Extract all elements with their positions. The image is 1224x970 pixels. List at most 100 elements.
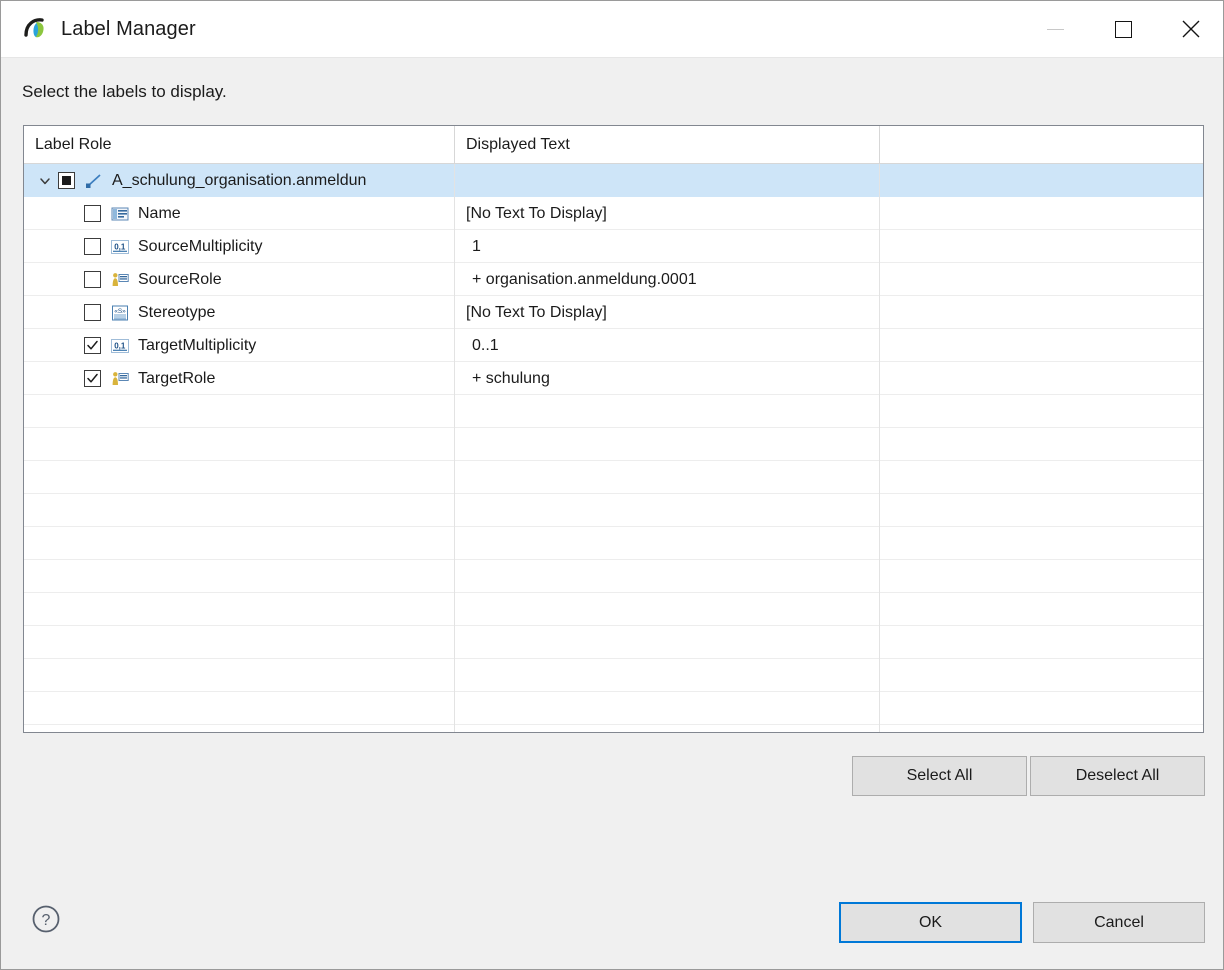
cell-label-role: TargetRole — [24, 362, 455, 395]
cell-blank — [880, 164, 1203, 197]
row-checkbox[interactable] — [84, 370, 101, 387]
cell-blank — [880, 560, 1203, 593]
column-header-blank[interactable] — [880, 126, 1203, 164]
window-title: Label Manager — [61, 17, 196, 40]
table-row-empty[interactable] — [24, 593, 1203, 626]
cell-blank — [880, 428, 1203, 461]
cell-blank — [880, 329, 1203, 362]
cell-blank — [880, 230, 1203, 263]
checkbox-partial-fill — [62, 176, 71, 185]
cell-blank — [455, 461, 880, 494]
cell-displayed-text: + schulung — [455, 362, 880, 395]
table-row[interactable]: 0,1 TargetMultiplicity 0..1 — [24, 329, 1203, 362]
cancel-button[interactable]: Cancel — [1033, 902, 1205, 943]
minimize-icon — [1046, 28, 1064, 30]
row-label-text: Stereotype — [138, 303, 216, 321]
chevron-down-icon[interactable] — [32, 174, 58, 188]
label-manager-dialog: Label Manager Select the labels to displ… — [0, 0, 1224, 970]
select-all-button[interactable]: Select All — [852, 756, 1027, 796]
cell-blank — [24, 725, 455, 732]
cell-blank — [24, 395, 455, 428]
maximize-icon — [1114, 20, 1132, 38]
row-checkbox[interactable] — [58, 172, 75, 189]
label-role-table[interactable]: Label Role Displayed Text A_schulung_org… — [23, 125, 1204, 733]
deselect-all-button[interactable]: Deselect All — [1030, 756, 1205, 796]
table-row-empty[interactable] — [24, 461, 1203, 494]
row-checkbox[interactable] — [84, 205, 101, 222]
table-body: A_schulung_organisation.anmeldun Name [No … — [24, 164, 1203, 732]
table-row-empty[interactable] — [24, 494, 1203, 527]
table-row-empty[interactable] — [24, 692, 1203, 725]
table-row[interactable]: 0,1 SourceMultiplicity 1 — [24, 230, 1203, 263]
role-icon — [110, 370, 130, 388]
cell-blank — [880, 263, 1203, 296]
maximize-button[interactable] — [1089, 1, 1157, 58]
cell-displayed-text — [455, 164, 880, 197]
cell-blank — [455, 626, 880, 659]
row-label-text: TargetMultiplicity — [138, 336, 257, 354]
cell-blank — [880, 461, 1203, 494]
cell-blank — [880, 725, 1203, 732]
close-icon — [1182, 20, 1200, 38]
table-row[interactable]: TargetRole + schulung — [24, 362, 1203, 395]
cell-blank — [24, 527, 455, 560]
cell-blank — [455, 494, 880, 527]
table-row-empty[interactable] — [24, 725, 1203, 732]
cell-blank — [24, 428, 455, 461]
instruction-text: Select the labels to display. — [22, 82, 227, 101]
table-row[interactable]: A_schulung_organisation.anmeldun — [24, 164, 1203, 197]
table-row-empty[interactable] — [24, 527, 1203, 560]
table-row-empty[interactable] — [24, 560, 1203, 593]
table-row-empty[interactable] — [24, 626, 1203, 659]
cell-displayed-text: 0..1 — [455, 329, 880, 362]
cell-blank — [455, 428, 880, 461]
cell-displayed-text: + organisation.anmeldung.0001 — [455, 263, 880, 296]
table-row[interactable]: Name [No Text To Display] — [24, 197, 1203, 230]
table-row[interactable]: SourceRole + organisation.anmeldung.0001 — [24, 263, 1203, 296]
minimize-button[interactable] — [1021, 1, 1089, 58]
row-label-text: SourceMultiplicity — [138, 237, 263, 255]
stereotype-icon: «S» — [110, 304, 130, 322]
table-row[interactable]: «S» Stereotype [No Text To Display] — [24, 296, 1203, 329]
cell-displayed-text: 1 — [455, 230, 880, 263]
close-button[interactable] — [1157, 1, 1223, 58]
help-icon[interactable]: ? — [31, 904, 61, 934]
column-header-label-role[interactable]: Label Role — [24, 126, 455, 164]
table-row-empty[interactable] — [24, 395, 1203, 428]
row-checkbox[interactable] — [84, 238, 101, 255]
cell-blank — [455, 692, 880, 725]
cell-displayed-text: [No Text To Display] — [455, 296, 880, 329]
cell-blank — [24, 626, 455, 659]
cell-blank — [24, 692, 455, 725]
cell-label-role: A_schulung_organisation.anmeldun — [24, 164, 455, 197]
cell-blank — [24, 461, 455, 494]
cell-blank — [455, 560, 880, 593]
cell-blank — [880, 527, 1203, 560]
cell-blank — [455, 725, 880, 732]
app-logo-icon — [23, 16, 49, 42]
cell-label-role: 0,1 TargetMultiplicity — [24, 329, 455, 362]
row-checkbox[interactable] — [84, 304, 101, 321]
title-bar: Label Manager — [1, 1, 1223, 58]
table-row-empty[interactable] — [24, 428, 1203, 461]
multiplicity-icon: 0,1 — [110, 337, 130, 355]
cell-blank — [455, 593, 880, 626]
cell-blank — [24, 560, 455, 593]
cell-blank — [880, 593, 1203, 626]
ok-button[interactable]: OK — [839, 902, 1022, 943]
cell-blank — [880, 296, 1203, 329]
role-icon — [110, 271, 130, 289]
row-checkbox[interactable] — [84, 337, 101, 354]
name-label-icon — [110, 205, 130, 223]
table-row-empty[interactable] — [24, 659, 1203, 692]
row-label-text: SourceRole — [138, 270, 222, 288]
association-icon — [84, 172, 104, 190]
cell-label-role: «S» Stereotype — [24, 296, 455, 329]
window-controls — [1021, 1, 1223, 58]
cell-blank — [880, 395, 1203, 428]
row-checkbox[interactable] — [84, 271, 101, 288]
cell-blank — [880, 659, 1203, 692]
cell-blank — [24, 659, 455, 692]
column-header-displayed-text[interactable]: Displayed Text — [455, 126, 880, 164]
cell-blank — [455, 395, 880, 428]
